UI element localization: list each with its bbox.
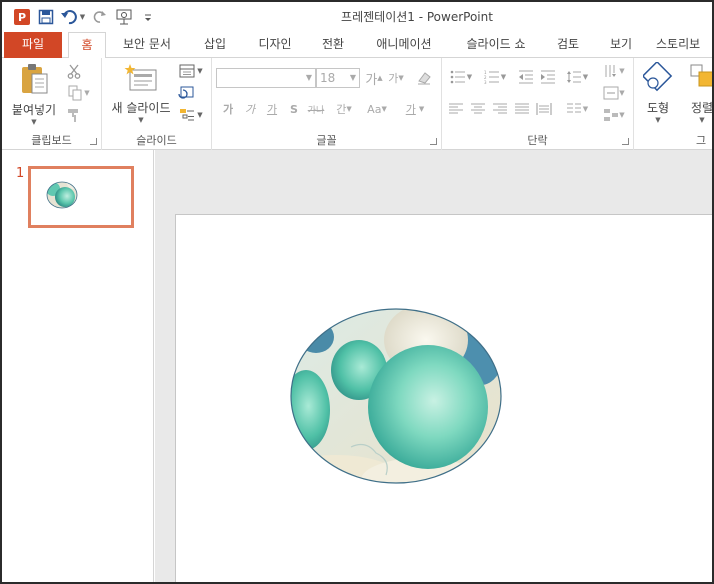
- shapes-icon: [641, 60, 673, 92]
- arrange-icon: [690, 64, 712, 87]
- slide-number: 1: [16, 166, 25, 181]
- tab-animations[interactable]: 애니메이션: [366, 32, 442, 58]
- change-case-button[interactable]: Aa ▼: [362, 100, 392, 118]
- underline-label: 가: [266, 103, 278, 116]
- font-color-label: 가: [405, 103, 416, 116]
- font-size-value: 18: [320, 71, 336, 85]
- clipboard-dialog-launcher[interactable]: [90, 138, 97, 145]
- distributed-icon[interactable]: [534, 100, 554, 118]
- ribbon-tabs: 파일 홈 보안 문서 삽입 디자인 전환 애니메이션 슬라이드 쇼 검토 보기 …: [2, 32, 712, 59]
- columns-icon[interactable]: ▼: [562, 100, 592, 118]
- drawing-group: 도형 ▼ 정렬 ▼ 그: [634, 58, 714, 150]
- slides-group: 새 슬라이드 ▼ ▼ ▼ 슬라이드: [102, 58, 212, 150]
- bold-label: 가: [222, 103, 234, 116]
- new-slide-icon: [124, 64, 157, 91]
- tab-insert[interactable]: 삽입: [192, 32, 238, 58]
- character-spacing-label: 간: [336, 103, 347, 116]
- change-case-label: Aa: [367, 102, 382, 116]
- grow-font-label: 가: [365, 72, 378, 88]
- slide-canvas[interactable]: [175, 214, 714, 584]
- shapes-label: 도형: [646, 101, 670, 115]
- grow-font-button[interactable]: 가 ▲: [364, 69, 384, 88]
- new-slide-button[interactable]: 새 슬라이드 ▼: [106, 62, 176, 124]
- clipboard-group: 붙여넣기 ▼ ▼ 클립보드: [2, 58, 102, 150]
- powerpoint-window: P ▼ 프레젠테이션1 - PowerPoint 파일 홈 보안 문서 삽입 디…: [0, 0, 714, 584]
- tab-secure-document[interactable]: 보안 문서: [114, 32, 180, 58]
- bold-button[interactable]: 가: [218, 100, 238, 118]
- paste-icon: [22, 64, 48, 94]
- clipboard-group-label: 클립보드: [31, 134, 72, 147]
- tab-transitions[interactable]: 전환: [310, 32, 356, 58]
- slide-thumbnail[interactable]: [28, 166, 134, 228]
- paste-label: 붙여넣기: [11, 103, 57, 117]
- tab-slideshow[interactable]: 슬라이드 쇼: [454, 32, 538, 58]
- font-group-label: 글꼴: [316, 134, 337, 147]
- tab-file[interactable]: 파일: [4, 32, 62, 58]
- tab-storyboard[interactable]: 스토리보: [656, 32, 712, 58]
- shapes-button[interactable]: 도형 ▼: [640, 60, 676, 124]
- paragraph-group: ▼ 1 2 3 ▼ ▼ ▼ ▼ ▼ ▼ 단락: [442, 58, 634, 150]
- shrink-font-label: 가: [388, 72, 399, 85]
- new-slide-label: 새 슬라이드: [111, 101, 171, 115]
- paste-button[interactable]: 붙여넣기 ▼: [8, 62, 60, 126]
- character-spacing-button[interactable]: 간 ▼: [330, 100, 358, 118]
- title-bar: P ▼ 프레젠테이션1 - PowerPoint: [2, 2, 712, 32]
- align-left-icon[interactable]: [446, 100, 466, 118]
- slide-editor: [155, 150, 712, 582]
- layout-icon[interactable]: ▼: [176, 62, 206, 80]
- clear-formatting-icon[interactable]: [414, 69, 434, 87]
- format-painter-icon[interactable]: [64, 106, 84, 124]
- paragraph-dialog-launcher[interactable]: [622, 138, 629, 145]
- font-size-combo[interactable]: 18 ▼: [316, 68, 360, 88]
- ribbon: 붙여넣기 ▼ ▼ 클립보드 새 슬라이드 ▼ ▼ ▼ 슬라이드 ▼ 18 ▼ 가…: [2, 58, 712, 150]
- slide-thumbnail-pane: 1: [2, 150, 154, 582]
- align-right-icon[interactable]: [490, 100, 510, 118]
- align-center-icon[interactable]: [468, 100, 488, 118]
- tab-home[interactable]: 홈: [68, 32, 106, 59]
- font-color-button[interactable]: 가 ▼: [400, 100, 430, 118]
- italic-label: 가: [244, 103, 256, 116]
- tab-review[interactable]: 검토: [548, 32, 588, 58]
- shadow-button[interactable]: S: [284, 100, 304, 118]
- arrange-label: 정렬: [690, 101, 714, 115]
- align-text-icon[interactable]: ▼: [600, 84, 628, 102]
- arrange-button[interactable]: 정렬 ▼: [682, 62, 714, 124]
- balloon-image[interactable]: [176, 215, 714, 584]
- paragraph-group-label: 단락: [527, 134, 548, 147]
- shadow-label: S: [290, 102, 298, 116]
- tab-view[interactable]: 보기: [598, 32, 644, 58]
- strikethrough-button[interactable]: 가나: [304, 100, 328, 118]
- smartart-icon[interactable]: ▼: [600, 106, 628, 124]
- window-title: 프레젠테이션1 - PowerPoint: [341, 10, 493, 24]
- cut-icon[interactable]: [64, 62, 84, 80]
- text-direction-icon[interactable]: ▼: [600, 62, 628, 80]
- font-dialog-launcher[interactable]: [430, 138, 437, 145]
- font-group: ▼ 18 ▼ 가 ▲ 가 ▼ 가 가 가 S 가나 간 ▼ Aa ▼ 가 ▼ 글꼴: [212, 58, 442, 150]
- reset-slide-icon[interactable]: [176, 84, 196, 102]
- thumbnail-balloon-image: [46, 181, 78, 209]
- svg-text:3: 3: [484, 80, 487, 84]
- font-name-combo[interactable]: ▼: [216, 68, 316, 88]
- chevron-down-icon: ▼: [349, 73, 356, 82]
- decrease-indent-icon[interactable]: [516, 68, 536, 86]
- bullets-icon[interactable]: ▼: [446, 68, 476, 86]
- copy-icon[interactable]: ▼: [64, 84, 94, 102]
- strikethrough-label: 가나: [307, 105, 325, 116]
- underline-button[interactable]: 가: [262, 100, 282, 118]
- chevron-down-icon: ▼: [305, 73, 312, 82]
- increase-indent-icon[interactable]: [538, 68, 558, 86]
- section-icon[interactable]: ▼: [176, 106, 206, 124]
- line-spacing-icon[interactable]: ▼: [562, 68, 592, 86]
- justify-icon[interactable]: [512, 100, 532, 118]
- numbering-icon[interactable]: 1 2 3 ▼: [480, 68, 510, 86]
- shrink-font-button[interactable]: 가 ▼: [386, 69, 406, 87]
- slides-group-label: 슬라이드: [136, 134, 177, 147]
- italic-button[interactable]: 가: [240, 100, 260, 118]
- tab-design[interactable]: 디자인: [248, 32, 302, 58]
- drawing-group-label: 그: [696, 134, 707, 147]
